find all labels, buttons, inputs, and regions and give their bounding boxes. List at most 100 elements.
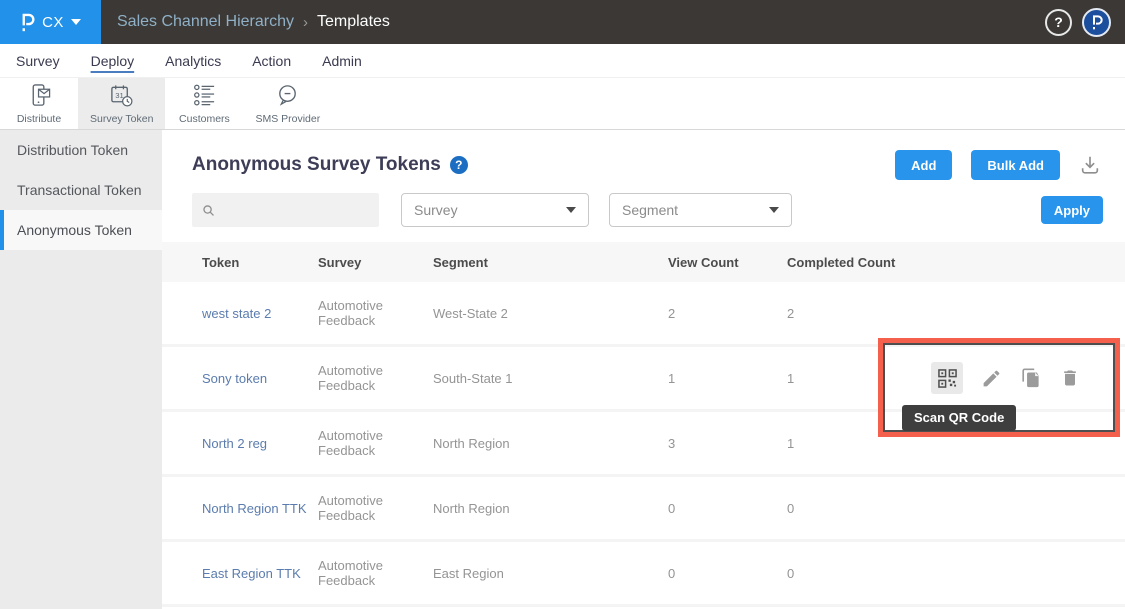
table-header: Token Survey Segment View Count Complete…: [162, 242, 1125, 282]
trash-icon: [1060, 368, 1080, 388]
segment-cell: North Region: [423, 436, 658, 451]
col-completed-count: Completed Count: [777, 255, 910, 270]
add-button[interactable]: Add: [895, 150, 952, 180]
survey-cell: Automotive Feedback: [308, 363, 423, 393]
completed-count-cell: 1: [777, 436, 910, 451]
segment-cell: North Region: [423, 501, 658, 516]
delete-button[interactable]: [1060, 368, 1080, 388]
edit-button[interactable]: [981, 368, 1002, 389]
col-view-count: View Count: [658, 255, 777, 270]
filter-row: Survey Segment Apply: [192, 193, 1125, 227]
token-link[interactable]: North Region TTK: [192, 501, 308, 516]
phone-mail-icon: [27, 83, 52, 108]
logo-product-label: CX: [42, 14, 64, 31]
profile-p-glyph: [1091, 14, 1103, 30]
people-list-icon: [192, 83, 217, 108]
brand-p-icon: [20, 12, 35, 32]
chevron-down-icon: [566, 207, 576, 213]
col-token: Token: [192, 255, 308, 270]
row-actions: [910, 362, 1125, 394]
col-survey: Survey: [308, 255, 423, 270]
chevron-down-icon: [71, 19, 81, 25]
profile-icon[interactable]: [1082, 8, 1111, 37]
apply-button[interactable]: Apply: [1041, 196, 1103, 224]
sidebar-item-transactional-token[interactable]: Transactional Token: [0, 170, 162, 210]
toolbar-label: Customers: [179, 113, 230, 125]
token-link[interactable]: East Region TTK: [192, 566, 308, 581]
chevron-down-icon: [769, 207, 779, 213]
table-row: North Region TTK Automotive Feedback Nor…: [162, 477, 1125, 542]
title-actions: Add Bulk Add: [895, 150, 1101, 180]
completed-count-cell: 1: [777, 371, 910, 386]
breadcrumb-separator: ›: [303, 14, 308, 31]
survey-dropdown-value: Survey: [414, 202, 458, 218]
title-help-icon[interactable]: ?: [450, 156, 468, 174]
table-row: west state 2 Automotive Feedback West-St…: [162, 282, 1125, 347]
tab-analytics[interactable]: Analytics: [165, 53, 221, 69]
toolbar-item-customers[interactable]: Customers: [165, 78, 243, 129]
completed-count-cell: 0: [777, 501, 910, 516]
view-count-cell: 1: [658, 371, 777, 386]
survey-dropdown[interactable]: Survey: [401, 193, 589, 227]
toolbar-item-survey-token[interactable]: 31 Survey Token: [78, 78, 165, 129]
topbar-actions: ?: [1045, 0, 1125, 44]
col-segment: Segment: [423, 255, 658, 270]
tab-deploy[interactable]: Deploy: [91, 53, 135, 69]
segment-cell: South-State 1: [423, 371, 658, 386]
tab-admin[interactable]: Admin: [322, 53, 362, 69]
main-nav: Survey Deploy Analytics Action Admin: [0, 44, 1125, 78]
download-button[interactable]: [1079, 154, 1101, 176]
token-link[interactable]: Sony token: [192, 371, 308, 386]
copy-button[interactable]: [1020, 367, 1042, 389]
table-row: East Region TTK Automotive Feedback East…: [162, 542, 1125, 607]
calendar-clock-icon: 31: [109, 83, 134, 108]
survey-cell: Automotive Feedback: [308, 428, 423, 458]
view-count-cell: 0: [658, 566, 777, 581]
qr-code-icon: [938, 369, 957, 388]
edit-pencil-icon: [981, 368, 1002, 389]
segment-dropdown-value: Segment: [622, 202, 678, 218]
bulk-add-button[interactable]: Bulk Add: [971, 150, 1060, 180]
sidebar-item-anonymous-token[interactable]: Anonymous Token: [0, 210, 162, 250]
toolbar-label: SMS Provider: [255, 113, 320, 125]
body: Distribution Token Transactional Token A…: [0, 130, 1125, 609]
completed-count-cell: 0: [777, 566, 910, 581]
survey-cell: Automotive Feedback: [308, 558, 423, 588]
table-row: Sony token Automotive Feedback South-Sta…: [162, 347, 1125, 412]
tab-action[interactable]: Action: [252, 53, 291, 69]
page-title: Anonymous Survey Tokens: [192, 154, 441, 176]
breadcrumb-current: Templates: [317, 13, 390, 31]
survey-cell: Automotive Feedback: [308, 298, 423, 328]
token-link[interactable]: North 2 reg: [192, 436, 308, 451]
title-row: Anonymous Survey Tokens ? Add Bulk Add: [192, 148, 1125, 182]
scan-qr-tooltip: Scan QR Code: [902, 405, 1016, 431]
completed-count-cell: 2: [777, 306, 910, 321]
search-input[interactable]: [223, 203, 369, 218]
toolbar-label: Survey Token: [90, 113, 153, 125]
toolbar-item-distribute[interactable]: Distribute: [0, 78, 78, 129]
app-window: CX Sales Channel Hierarchy › Templates ?…: [0, 0, 1125, 609]
survey-cell: Automotive Feedback: [308, 493, 423, 523]
segment-cell: West-State 2: [423, 306, 658, 321]
view-count-cell: 3: [658, 436, 777, 451]
breadcrumb-parent[interactable]: Sales Channel Hierarchy: [117, 13, 294, 31]
svg-text:31: 31: [115, 91, 124, 100]
search-box[interactable]: [192, 193, 379, 227]
help-icon[interactable]: ?: [1045, 9, 1072, 36]
search-icon: [202, 203, 215, 218]
brand-logo[interactable]: CX: [0, 0, 101, 44]
tab-survey[interactable]: Survey: [16, 53, 60, 69]
top-bar: CX Sales Channel Hierarchy › Templates ?: [0, 0, 1125, 44]
view-count-cell: 0: [658, 501, 777, 516]
toolbar-item-sms-provider[interactable]: SMS Provider: [243, 78, 332, 129]
sidebar-item-distribution-token[interactable]: Distribution Token: [0, 130, 162, 170]
deploy-toolbar: Distribute 31 Survey Token: [0, 78, 1125, 130]
view-count-cell: 2: [658, 306, 777, 321]
scan-qr-button[interactable]: [931, 362, 963, 394]
segment-dropdown[interactable]: Segment: [609, 193, 792, 227]
segment-cell: East Region: [423, 566, 658, 581]
token-link[interactable]: west state 2: [192, 306, 308, 321]
sidebar: Distribution Token Transactional Token A…: [0, 130, 162, 609]
main-content: Anonymous Survey Tokens ? Add Bulk Add: [162, 130, 1125, 609]
copy-icon: [1020, 367, 1042, 389]
